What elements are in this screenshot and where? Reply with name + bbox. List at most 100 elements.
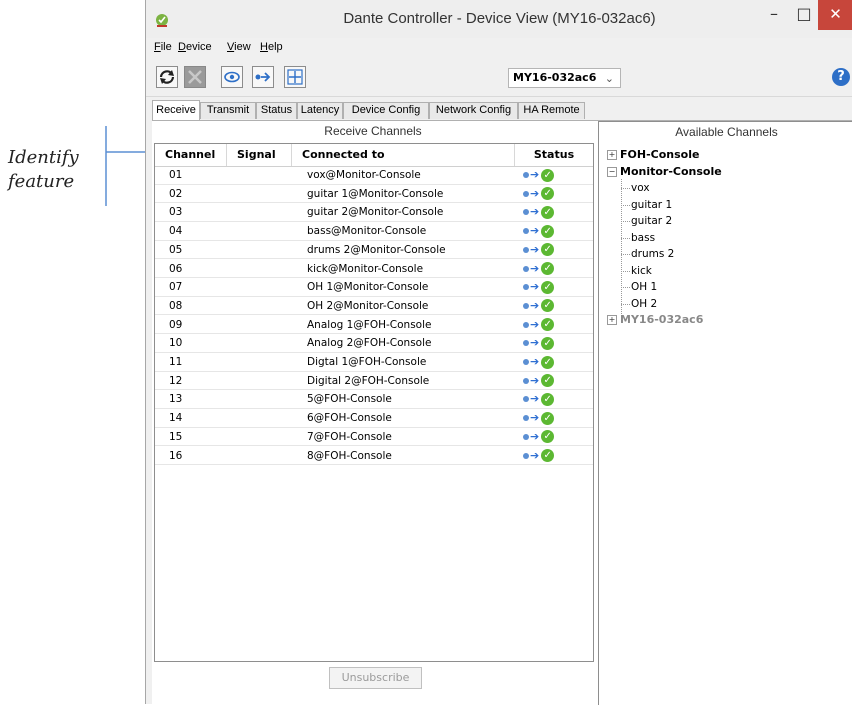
refresh-icon [159, 70, 175, 84]
channel-cell: 04 [169, 225, 183, 238]
chevron-down-icon: ⌄ [604, 72, 614, 85]
status-cell: ➔ ✓ [523, 390, 583, 408]
table-row[interactable]: 07 OH 1@Monitor-Console ➔ ✓ [155, 278, 593, 297]
flow-dot-icon [523, 415, 529, 422]
collapse-icon[interactable]: − [607, 166, 617, 177]
flow-dot-icon [523, 321, 529, 328]
column-status[interactable]: Status [515, 144, 593, 166]
flow-dot-icon [523, 209, 529, 216]
status-cell: ➔ ✓ [523, 166, 583, 184]
check-circle-icon: ✓ [541, 224, 555, 238]
menu-help[interactable]: Help [260, 41, 283, 53]
tree-channel[interactable]: bass [631, 231, 655, 245]
table-row[interactable]: 14 6@FOH-Console ➔ ✓ [155, 409, 593, 428]
channel-cell: 13 [169, 393, 183, 406]
expand-icon[interactable]: + [607, 150, 617, 160]
check-circle-icon: ✓ [541, 187, 555, 201]
check-circle-icon: ✓ [541, 243, 555, 257]
channel-cell: 07 [169, 281, 183, 294]
expand-icon[interactable]: + [607, 315, 617, 325]
channel-cell: 06 [169, 262, 183, 275]
tab-latency[interactable]: Latency [297, 102, 343, 119]
tab-transmit[interactable]: Transmit [200, 102, 256, 119]
channel-cell: 15 [169, 430, 183, 443]
table-row[interactable]: 10 Analog 2@FOH-Console ➔ ✓ [155, 334, 593, 353]
identify-button[interactable] [221, 66, 243, 88]
table-header: Channel Signal Connected to Status [155, 144, 593, 167]
menu-device[interactable]: Device [178, 41, 212, 53]
arrow-right-icon: ➔ [530, 448, 540, 462]
connect-button[interactable] [252, 66, 274, 88]
flow-dot-icon [523, 340, 529, 347]
table-row[interactable]: 08 OH 2@Monitor-Console ➔ ✓ [155, 297, 593, 316]
tab-content: Receive Channels Channel Signal Connecte… [152, 120, 852, 705]
status-cell: ➔ ✓ [523, 316, 583, 334]
channel-cell: 03 [169, 206, 183, 219]
close-button[interactable]: ✕ [818, 0, 852, 30]
table-row[interactable]: 04 bass@Monitor-Console ➔ ✓ [155, 222, 593, 241]
column-connected-to[interactable]: Connected to [292, 144, 515, 166]
check-circle-icon: ✓ [541, 205, 555, 219]
connected-to-cell: 6@FOH-Console [307, 412, 392, 425]
device-select[interactable]: MY16-032ac6 ⌄ [508, 68, 621, 88]
arrow-right-icon: ➔ [530, 336, 540, 350]
refresh-button[interactable] [156, 66, 178, 88]
arrow-right-icon: ➔ [530, 429, 540, 443]
tab-status[interactable]: Status [256, 102, 297, 119]
tree-channel[interactable]: kick [631, 264, 652, 278]
arrow-right-icon: ➔ [530, 205, 540, 219]
table-row[interactable]: 01 vox@Monitor-Console ➔ ✓ [155, 166, 593, 185]
status-cell: ➔ ✓ [523, 222, 583, 240]
check-circle-icon: ✓ [541, 336, 555, 350]
tree-connector [621, 178, 622, 318]
add-button[interactable] [284, 66, 306, 88]
tab-network-config[interactable]: Network Config [429, 102, 518, 119]
tab-ha-remote[interactable]: HA Remote [518, 102, 585, 119]
flow-dot-icon [523, 190, 529, 197]
column-signal[interactable]: Signal [227, 144, 292, 166]
tools-button[interactable] [184, 66, 206, 88]
maximize-button[interactable]: □ [789, 0, 819, 30]
channel-cell: 02 [169, 187, 183, 200]
minimize-button[interactable]: – [759, 0, 789, 30]
connected-to-cell: drums 2@Monitor-Console [307, 243, 446, 256]
tree-channel[interactable]: guitar 1 [631, 198, 672, 212]
menu-file[interactable]: File [154, 41, 172, 53]
tree-device[interactable]: + FOH-Console [607, 148, 699, 162]
tree-channel[interactable]: vox [631, 181, 650, 195]
table-row[interactable]: 13 5@FOH-Console ➔ ✓ [155, 390, 593, 409]
channel-cell: 10 [169, 337, 183, 350]
flow-dot-icon [523, 172, 529, 178]
flow-dot-icon [523, 396, 529, 403]
table-row[interactable]: 11 Digtal 1@FOH-Console ➔ ✓ [155, 353, 593, 372]
help-icon[interactable]: ? [832, 68, 850, 86]
tree-channel[interactable]: drums 2 [631, 247, 674, 261]
table-row[interactable]: 09 Analog 1@FOH-Console ➔ ✓ [155, 316, 593, 335]
tab-device-config[interactable]: Device Config [343, 102, 429, 119]
menu-view[interactable]: View [227, 41, 251, 53]
table-row[interactable]: 16 8@FOH-Console ➔ ✓ [155, 447, 593, 466]
table-row[interactable]: 06 kick@Monitor-Console ➔ ✓ [155, 260, 593, 279]
eye-icon [224, 71, 240, 83]
connected-to-cell: Digital 2@FOH-Console [307, 374, 430, 387]
tree-channel[interactable]: OH 2 [631, 297, 657, 311]
check-circle-icon: ✓ [541, 430, 555, 444]
column-channel[interactable]: Channel [155, 144, 227, 166]
tree-channel[interactable]: guitar 2 [631, 214, 672, 228]
table-row[interactable]: 03 guitar 2@Monitor-Console ➔ ✓ [155, 203, 593, 222]
tree-channel[interactable]: OH 1 [631, 280, 657, 294]
connected-to-cell: 7@FOH-Console [307, 430, 392, 443]
tab-receive[interactable]: Receive [152, 100, 200, 121]
unsubscribe-button[interactable]: Unsubscribe [329, 667, 422, 689]
table-row[interactable]: 12 Digital 2@FOH-Console ➔ ✓ [155, 372, 593, 391]
tree-device[interactable]: − Monitor-Console [607, 165, 722, 179]
tree-connector [621, 287, 630, 288]
callout-line-2: feature [8, 171, 75, 192]
table-row[interactable]: 05 drums 2@Monitor-Console ➔ ✓ [155, 241, 593, 260]
title-bar[interactable]: Dante Controller - Device View (MY16-032… [146, 0, 852, 38]
tree-device[interactable]: + MY16-032ac6 [607, 313, 703, 327]
tree-connector [621, 188, 630, 189]
connected-to-cell: vox@Monitor-Console [307, 169, 421, 181]
table-row[interactable]: 02 guitar 1@Monitor-Console ➔ ✓ [155, 185, 593, 204]
table-row[interactable]: 15 7@FOH-Console ➔ ✓ [155, 428, 593, 447]
